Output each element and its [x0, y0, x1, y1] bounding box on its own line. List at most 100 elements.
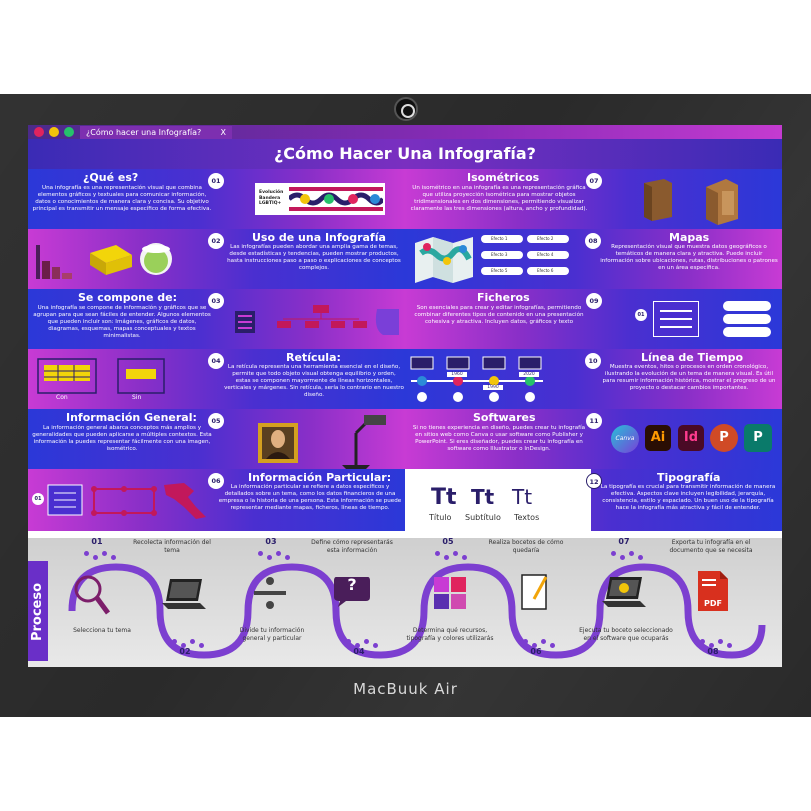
- device-brand: MacBuuk Air: [353, 680, 458, 698]
- section-tipografia: Tt Tt Tt Título Subtítulo Textos 12 Tipo…: [405, 469, 782, 531]
- step-text: Exporta tu infografía en el documento qu…: [669, 539, 753, 554]
- section-text: La retícula representa una herramienta e…: [224, 364, 404, 398]
- isometric-objects-illustration: [36, 243, 172, 279]
- gallery-illustration: [258, 415, 386, 469]
- map-legend: Efecto 1 Efecto 2 Efecto 3 Efecto 4 Efec…: [481, 235, 571, 285]
- maximize-window-dot[interactable]: [64, 127, 74, 137]
- legend-pill: Efecto 5: [481, 267, 523, 275]
- sample-label-textos: Textos: [514, 513, 540, 522]
- section-text: Un isométrico en una infografía es una r…: [410, 185, 588, 212]
- timeline-year: 1990: [483, 385, 503, 390]
- illustrator-icon: Ai: [645, 425, 671, 451]
- section-title: Retícula:: [286, 351, 341, 364]
- section-title: Línea de Tiempo: [641, 351, 744, 364]
- sample-label-subtitulo: Subtítulo: [465, 513, 501, 522]
- step-text: Define cómo representarás esta informaci…: [311, 539, 393, 554]
- dot-cluster: [435, 551, 467, 569]
- timeline-year: 1960: [447, 372, 467, 377]
- palette-icon: [434, 577, 466, 609]
- section-title: Tipografía: [657, 471, 721, 484]
- step-text: Divide tu información general y particul…: [239, 627, 305, 642]
- indesign-icon: Id: [678, 425, 704, 451]
- section-text: Una infografía se compone de información…: [33, 305, 211, 339]
- section-softwares: Softwares 11 Si no tienes experiencia en…: [405, 409, 782, 469]
- section-text: La información particular se refiere a d…: [218, 484, 402, 511]
- dot-cluster: [258, 551, 290, 569]
- divide-icon: [254, 577, 286, 609]
- laptop-frame: ¿Cómo hacer una Infografía? X ¿Cómo Hace…: [0, 94, 811, 717]
- tab-bar: ¿Cómo hacer una Infografía? X: [28, 125, 782, 139]
- section-title: Se compone de:: [78, 291, 178, 304]
- pdf-label: PDF: [704, 599, 722, 608]
- isometric-boxes-illustration: [644, 179, 738, 225]
- timeline-illustration: [410, 356, 543, 402]
- section-mapas: Efecto 1 Efecto 2 Efecto 3 Efecto 4 Efec…: [405, 229, 782, 289]
- minimize-window-dot[interactable]: [49, 127, 59, 137]
- flag-chain-illustration: [289, 187, 383, 211]
- section-text: Representación visual que muestra datos …: [600, 244, 778, 271]
- magnifier-icon: [74, 575, 111, 615]
- glyph-medium: Tt: [471, 485, 495, 509]
- laptop-icon: [162, 579, 206, 609]
- grid-comparison-illustration: [37, 358, 165, 394]
- section-info-particular: 01 06 Información Particular: La informa…: [28, 469, 405, 531]
- dot-cluster: [84, 551, 116, 569]
- legend-pill: Efecto 1: [481, 235, 523, 243]
- close-window-dot[interactable]: [34, 127, 44, 137]
- step-number: 01: [91, 537, 103, 546]
- step-text: Selecciona tu tema: [73, 627, 131, 634]
- section-title: Uso de una Infografía: [252, 231, 386, 244]
- step-number: 03: [265, 537, 277, 546]
- file-cards-illustration: 01: [635, 299, 775, 341]
- section-linea-tiempo: 1960 1990 2020 10 Línea de Tiempo Muestr…: [405, 349, 782, 409]
- glyph-bold: Tt: [431, 485, 457, 510]
- flag-evolution-label: Evolución Bandera LGBTIQ+: [259, 190, 284, 206]
- section-info-general: Información General: 05 La información g…: [28, 409, 405, 469]
- browser-tab[interactable]: ¿Cómo hacer una Infografía? X: [80, 126, 232, 139]
- section-title: Información Particular:: [248, 471, 392, 484]
- section-title: ¿Qué es?: [83, 171, 139, 184]
- section-title: Softwares: [473, 411, 536, 424]
- file-pill: [723, 301, 771, 311]
- publisher-icon: P: [744, 424, 772, 452]
- sketch-icon: [521, 574, 548, 610]
- flag-evolution-card: Evolución Bandera LGBTIQ+: [255, 183, 385, 215]
- page-title: ¿Cómo Hacer Una Infografía?: [274, 144, 536, 163]
- step-number: 07: [618, 537, 630, 546]
- legend-pill: Efecto 3: [481, 251, 523, 259]
- step-text: Determina qué recursos, tipografía y col…: [406, 627, 494, 642]
- legend-pill: Efecto 2: [527, 235, 569, 243]
- file-pill: [723, 314, 771, 324]
- step-text: Recolecta información del tema: [133, 539, 211, 554]
- section-reticula: Con Sin 04 Retícula: La retícula represe…: [28, 349, 405, 409]
- file-pill: [723, 327, 771, 337]
- section-isometricos: Isométricos 07 Un isométrico en una info…: [405, 169, 782, 229]
- section-text: Si no tienes experiencia en diseño, pued…: [412, 425, 586, 452]
- dot-cluster: [172, 639, 204, 657]
- step-text: Ejecuta tu boceto seleccionado en el sof…: [579, 627, 673, 642]
- section-number: 02: [208, 233, 224, 249]
- section-text: La información general abarca conceptos …: [32, 425, 212, 452]
- section-text: Muestra eventos, hitos o procesos en ord…: [602, 364, 776, 391]
- section-number: 04: [208, 353, 224, 369]
- section-title: Isométricos: [467, 171, 540, 184]
- section-title: Información General:: [66, 411, 197, 424]
- process-label: Proceso: [30, 582, 45, 642]
- step-number: 05: [442, 537, 454, 546]
- tab-close-button[interactable]: X: [221, 126, 226, 139]
- section-text: Son esenciales para crear y editar infog…: [414, 305, 584, 325]
- timeline-year: 2020: [519, 372, 539, 377]
- laptop-video-icon: [602, 577, 646, 607]
- webcam-icon: [394, 97, 418, 121]
- section-se-compone: Se compone de: 03 Una infografía se comp…: [28, 289, 405, 349]
- section-que-es: ¿Qué es? 01 Una infografía es una repres…: [28, 169, 405, 229]
- folded-map-illustration: [415, 237, 473, 283]
- section-ficheros: Ficheros 09 Son esenciales para crear y …: [405, 289, 782, 349]
- screen: ¿Cómo hacer una Infografía? X ¿Cómo Hace…: [28, 125, 782, 667]
- legend-pill: Efecto 6: [527, 267, 569, 275]
- dot-cluster: [700, 639, 732, 657]
- question-mark: ?: [347, 575, 357, 594]
- glyph-regular: Tt: [512, 485, 533, 509]
- section-title: Ficheros: [477, 291, 530, 304]
- particular-info-illustration: [47, 483, 206, 519]
